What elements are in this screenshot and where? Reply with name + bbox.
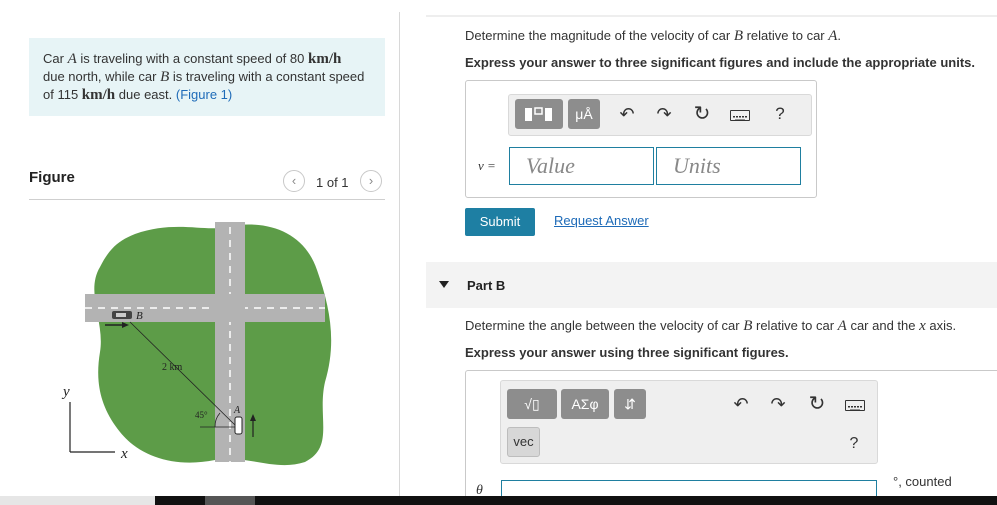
- v-label: v =: [478, 158, 496, 173]
- figure-heading: Figure: [29, 169, 75, 186]
- templates-icon[interactable]: [515, 99, 563, 129]
- reset-icon[interactable]: ↻: [690, 102, 714, 126]
- reset-icon[interactable]: ↻: [805, 392, 829, 416]
- distance-label: 2 km: [162, 362, 183, 373]
- part-b-header[interactable]: [426, 262, 997, 308]
- help-button[interactable]: ?: [768, 102, 792, 126]
- part-b-question: Determine the angle between the velocity…: [465, 318, 957, 334]
- caret-down-icon[interactable]: [439, 281, 449, 288]
- units-button[interactable]: μÅ: [568, 99, 600, 129]
- greek-button[interactable]: ΑΣφ: [561, 389, 609, 419]
- chevron-left-icon[interactable]: ‹: [283, 170, 305, 192]
- part-b-instruction: Express your answer using three signific…: [465, 345, 789, 360]
- horizontal-scrollbar[interactable]: [0, 496, 155, 505]
- traffic-figure: B A 2 km 45° y x: [61, 222, 332, 466]
- car-b-label: B: [136, 310, 143, 322]
- part-b-label[interactable]: Part B: [467, 278, 505, 293]
- figure-pager-text: 1 of 1: [316, 175, 349, 190]
- part-a-instruction: Express your answer to three significant…: [465, 55, 975, 70]
- undo-icon[interactable]: ↶: [729, 392, 753, 416]
- part-a-question: Determine the magnitude of the velocity …: [465, 28, 842, 44]
- units-input[interactable]: Units: [656, 147, 801, 185]
- counted-text: °, counted: [893, 474, 952, 489]
- angle-label: 45°: [195, 410, 208, 420]
- figure-link[interactable]: (Figure 1): [176, 87, 232, 102]
- submit-button[interactable]: Submit: [465, 208, 535, 236]
- car-a: [234, 416, 243, 435]
- keyboard-icon[interactable]: [730, 110, 750, 121]
- y-axis-label: y: [61, 384, 70, 400]
- header-line: [426, 15, 997, 17]
- redo-icon[interactable]: ↷: [652, 102, 676, 126]
- keyboard-icon[interactable]: [845, 400, 865, 411]
- sqrt-template-button[interactable]: √▯: [507, 389, 557, 419]
- arrows-button[interactable]: ⇵: [614, 389, 646, 419]
- vec-button[interactable]: vec: [507, 427, 540, 457]
- terrain-shape: [94, 224, 332, 466]
- scrollbar-thumb[interactable]: [205, 496, 255, 505]
- divider: [29, 199, 385, 200]
- value-input[interactable]: Value: [509, 147, 654, 185]
- request-answer-link[interactable]: Request Answer: [554, 213, 649, 228]
- panel-divider: [399, 12, 400, 497]
- redo-icon[interactable]: ↷: [766, 392, 790, 416]
- car-a-label: A: [233, 405, 241, 416]
- undo-icon[interactable]: ↶: [615, 102, 639, 126]
- help-button[interactable]: ?: [842, 432, 866, 456]
- problem-statement: Car A is traveling with a constant speed…: [29, 38, 385, 116]
- chevron-right-icon[interactable]: ›: [360, 170, 382, 192]
- x-axis-label: x: [120, 446, 128, 462]
